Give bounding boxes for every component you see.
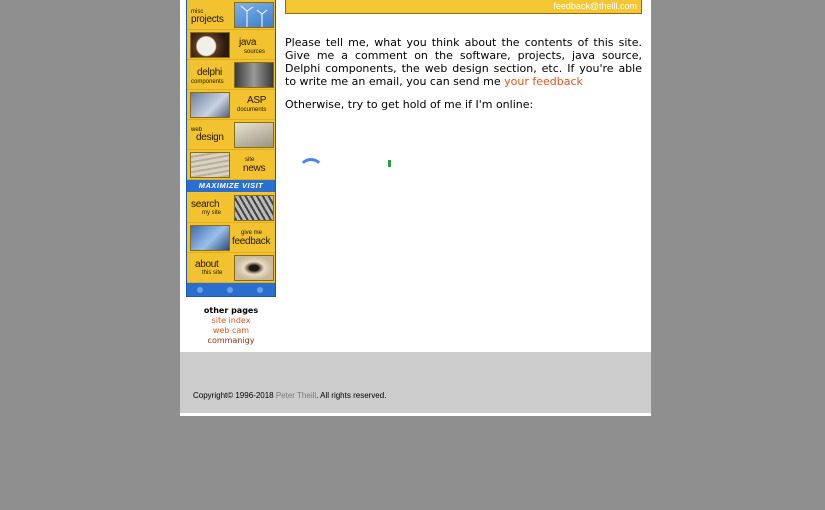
online-paragraph: Otherwise, try to get hold of me if I'm … bbox=[285, 98, 534, 111]
main-content: Please tell me, what you think about the… bbox=[285, 36, 642, 121]
site-index-link[interactable]: site index bbox=[186, 316, 276, 326]
nav-item-about[interactable]: about this site bbox=[187, 253, 275, 283]
header-banner: feedback@theill.com bbox=[285, 0, 642, 14]
nav-item-search-small: my site bbox=[202, 210, 222, 216]
nav-item-delphi-label: delphi bbox=[197, 67, 222, 78]
nav-item-news[interactable]: site news bbox=[187, 150, 275, 180]
nav-item-about-label: about bbox=[195, 259, 219, 270]
newspaper-thumbnail-icon bbox=[190, 152, 230, 178]
nav-item-about-small: this site bbox=[202, 270, 223, 276]
mail-thumbnail-icon bbox=[190, 225, 230, 251]
eye-thumbnail-icon bbox=[234, 255, 274, 281]
nav-item-asp[interactable]: ASP documents bbox=[187, 90, 275, 120]
nav-item-search-label: search bbox=[191, 199, 220, 210]
other-pages: other pages site index web cam commanigy bbox=[186, 306, 276, 346]
online-status-indicator bbox=[388, 160, 391, 167]
other-pages-heading: other pages bbox=[203, 306, 259, 315]
coffee-cup-thumbnail-icon bbox=[190, 32, 230, 58]
nav-item-asp-label: ASP bbox=[247, 95, 267, 106]
nav-item-search[interactable]: search my site bbox=[187, 193, 275, 223]
nav-item-asp-small: documents bbox=[237, 107, 267, 113]
maximize-visit-banner: MAXIMIZE VISIT bbox=[187, 180, 275, 192]
copyright-notice: Copyright© 1996-2018 Peter Theill. All r… bbox=[193, 391, 386, 400]
nav-item-feedback[interactable]: give me feedback bbox=[187, 223, 275, 253]
nav-item-java-label: java bbox=[239, 37, 257, 48]
nav-item-feedback-label: feedback bbox=[232, 236, 271, 247]
web-cam-link[interactable]: web cam bbox=[186, 326, 276, 336]
feedback-link[interactable]: your feedback bbox=[504, 75, 583, 88]
pen-thumbnail-icon bbox=[190, 92, 230, 118]
footer: Copyright© 1996-2018 Peter Theill. All r… bbox=[180, 352, 651, 416]
nav-item-delphi-small: components bbox=[191, 79, 224, 85]
nav-item-webdesign-label: design bbox=[196, 132, 224, 143]
intro-paragraph: Please tell me, what you think about the… bbox=[285, 36, 642, 88]
nav-item-java-small: sources bbox=[244, 49, 266, 55]
author-link[interactable]: Peter Theill bbox=[276, 391, 316, 400]
header-email: feedback@theill.com bbox=[553, 1, 637, 11]
nav-item-java[interactable]: java sources bbox=[187, 30, 275, 60]
commanigy-link[interactable]: commanigy bbox=[186, 336, 276, 346]
structure-thumbnail-icon bbox=[234, 195, 274, 221]
nav-item-delphi[interactable]: delphi components bbox=[187, 60, 275, 90]
nav-item-webdesign[interactable]: web design bbox=[187, 120, 275, 150]
left-navigation: misc projects java sources delphi compon… bbox=[186, 0, 276, 297]
loading-spinner-icon bbox=[298, 158, 324, 184]
page-body: misc projects java sources delphi compon… bbox=[180, 0, 651, 352]
city-thumbnail-icon bbox=[234, 62, 274, 88]
nav-item-projects[interactable]: misc projects bbox=[187, 0, 275, 30]
nav-item-projects-label: projects bbox=[191, 14, 224, 25]
copyright-suffix: . All rights reserved. bbox=[316, 391, 387, 400]
nav-item-news-label: news bbox=[243, 163, 266, 174]
copyright-prefix: Copyright© 1996-2018 bbox=[193, 391, 276, 400]
windmill-thumbnail-icon bbox=[234, 2, 274, 28]
nav-footer-decoration bbox=[187, 283, 275, 296]
sketch-thumbnail-icon bbox=[234, 122, 274, 148]
intro-text: Please tell me, what you think about the… bbox=[285, 36, 642, 88]
